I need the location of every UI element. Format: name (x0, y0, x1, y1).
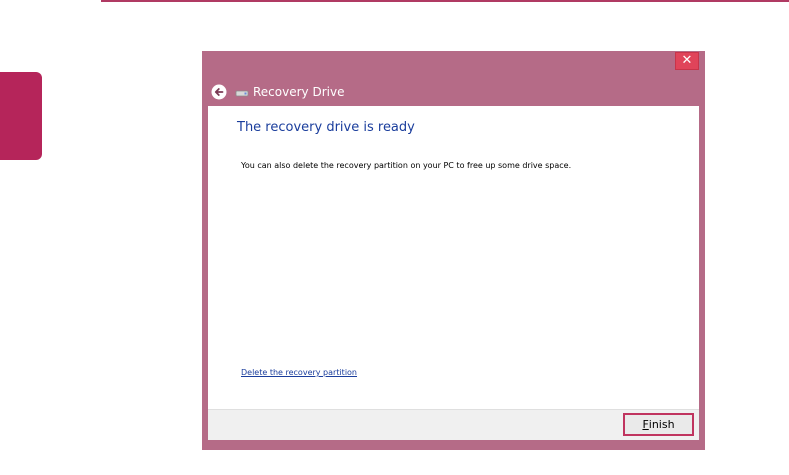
close-button[interactable]: ✕ (675, 52, 699, 70)
delete-partition-link[interactable]: Delete the recovery partition (241, 368, 357, 377)
content-area: The recovery drive is ready You can also… (208, 106, 699, 409)
finish-button[interactable]: Finish (623, 413, 694, 436)
finish-label-rest: inish (648, 418, 675, 431)
chapter-side-tab (0, 72, 42, 160)
window-title: Recovery Drive (253, 85, 345, 99)
back-arrow-icon[interactable] (211, 84, 227, 100)
recovery-drive-window: ✕ Recovery Drive The recovery drive is r… (202, 51, 705, 450)
instruction-text: You can also delete the recovery partiti… (241, 161, 572, 170)
drive-icon (235, 90, 249, 97)
button-bar: Finish (208, 409, 699, 440)
page-heading: The recovery drive is ready (237, 120, 415, 135)
page-top-rule (101, 0, 789, 2)
title-bar: Recovery Drive (202, 79, 705, 105)
close-icon: ✕ (681, 53, 693, 68)
